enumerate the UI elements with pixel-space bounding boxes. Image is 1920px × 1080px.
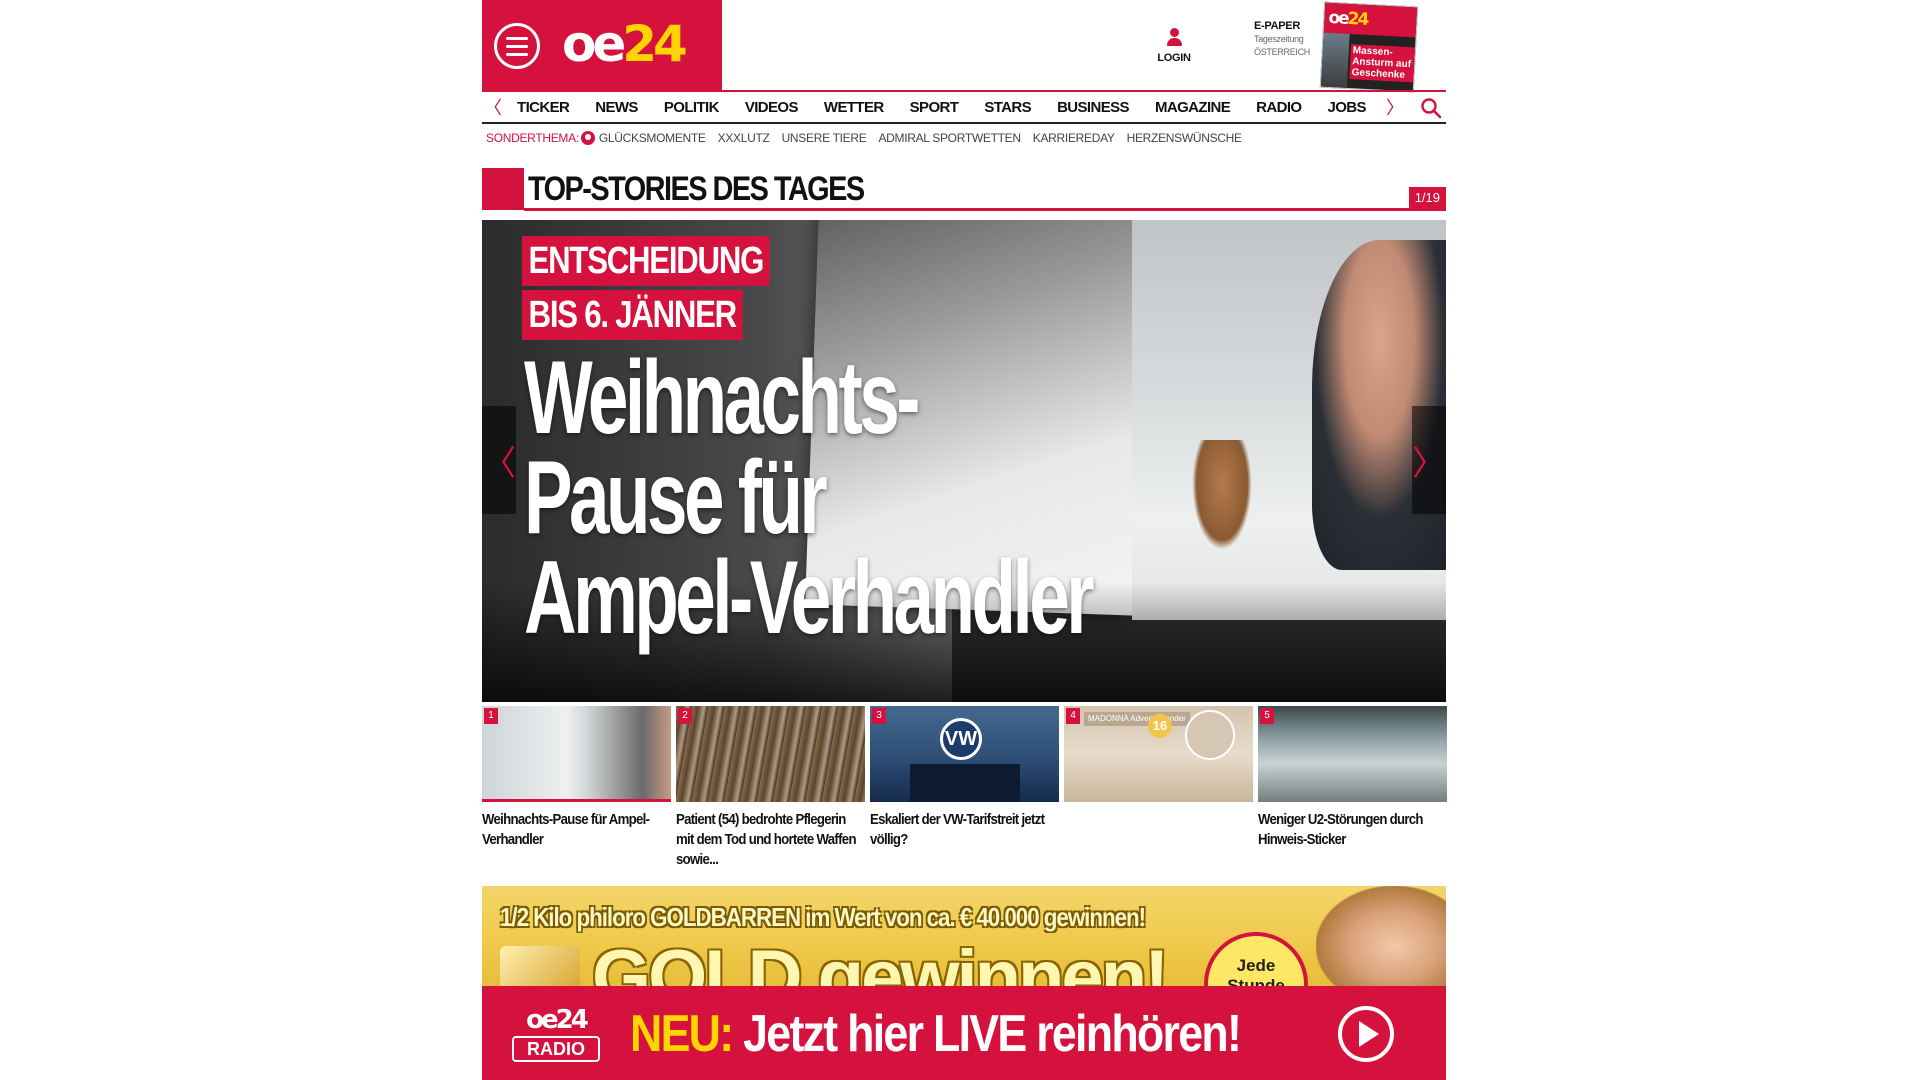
special-topic-label: SONDERTHEMA: xyxy=(486,131,579,145)
oe24-radio-logo: oe24 RADIO xyxy=(510,1006,602,1070)
main-navigation: 〈 TICKER NEWS POLITIK VIDEOS WETTER SPORT STAR… xyxy=(482,90,1446,124)
search-icon[interactable] xyxy=(1420,97,1442,119)
nav-items: TICKER NEWS POLITIK VIDEOS WETTER SPORT STARS B… xyxy=(504,99,1384,116)
epaper-title: E-PAPER xyxy=(1254,20,1300,32)
slider-prev-icon[interactable]: 〈 xyxy=(482,406,516,514)
logo-area: oe24 xyxy=(482,0,722,90)
hero-photo-dog xyxy=(1192,440,1252,550)
nav-prev-arrow-icon[interactable]: 〈 xyxy=(482,94,504,120)
epaper-cover-headline: Massen-Ansturm auf Geschenke xyxy=(1349,44,1416,83)
story-thumbnail[interactable]: 5 Weniger U2-Störungen durch Hinweis-Sti… xyxy=(1258,706,1447,876)
thumbnail-caption: Weniger U2-Störungen durch Hinweis-Stick… xyxy=(1258,811,1424,848)
topic-item[interactable]: UNSERE TIERE xyxy=(782,131,867,145)
nav-item-stars[interactable]: STARS xyxy=(971,99,1044,116)
epaper-cover-photo xyxy=(1320,32,1350,90)
topic-item[interactable]: GLÜCKSMOMENTE xyxy=(599,131,706,145)
login-label: LOGIN xyxy=(1157,52,1191,64)
hero-photo-person xyxy=(1312,240,1446,570)
hero-headline[interactable]: Weihnachts- Pause für Ampel-Verhandler xyxy=(524,346,1095,650)
ad-line-1: 1/2 Kilo philoro GOLDBARREN im Wert von … xyxy=(500,902,1146,932)
nav-item-business[interactable]: BUSINESS xyxy=(1044,99,1142,116)
thumbnail-image: 3 VW xyxy=(870,706,1059,802)
topic-item[interactable]: XXXLUTZ xyxy=(718,131,770,145)
vw-logo-icon: VW xyxy=(940,718,982,760)
hero-kicker-line-2: BIS 6. JÄNNER xyxy=(522,290,743,340)
nav-item-wetter[interactable]: WETTER xyxy=(811,99,897,116)
thumbnail-image: 5 xyxy=(1258,706,1447,802)
hero-kicker: ENTSCHEIDUNG BIS 6. JÄNNER xyxy=(522,236,824,344)
user-icon xyxy=(1165,28,1183,48)
thumbnail-badge: MADONNA Adventkalender xyxy=(1084,712,1190,726)
hero-kicker-line-1: ENTSCHEIDUNG xyxy=(522,236,770,286)
epaper-cover-logo: oe24 xyxy=(1327,7,1368,30)
play-icon[interactable] xyxy=(1338,1006,1394,1062)
section-marker xyxy=(482,168,524,210)
nav-item-magazine[interactable]: MAGAZINE xyxy=(1142,99,1243,116)
login-button[interactable]: LOGIN xyxy=(1154,28,1194,64)
topic-item[interactable]: KARRIEREDAY xyxy=(1033,131,1115,145)
gluecksmomente-icon xyxy=(580,131,595,145)
site-header: oe24 LOGIN E-PAPER Tageszeitung ÖSTERREI… xyxy=(482,0,1446,93)
epaper-subtitle: Tageszeitung xyxy=(1254,34,1304,44)
hero-slide[interactable]: ENTSCHEIDUNG BIS 6. JÄNNER Weihnachts- P… xyxy=(482,220,1446,702)
thumbnail-image: 1 xyxy=(482,706,671,802)
epaper-link[interactable]: E-PAPER Tageszeitung ÖSTERREICH xyxy=(1254,20,1314,59)
story-thumbnails: 1 Weihnachts-Pause für Ampel-Verhandler … xyxy=(482,706,1447,876)
epaper-subtitle-2: ÖSTERREICH xyxy=(1254,47,1311,57)
thumbnail-caption: Patient (54) bedrohte Pflegerin mit dem … xyxy=(676,811,857,868)
top-stories-header: TOP-STORIES DES TAGES 1/19 xyxy=(482,168,1446,212)
section-title: TOP-STORIES DES TAGES xyxy=(528,170,865,208)
nav-item-sport[interactable]: SPORT xyxy=(897,99,972,116)
nav-next-arrow-icon[interactable]: 〉 xyxy=(1384,94,1406,120)
star-icon: 16 xyxy=(1148,714,1172,738)
ad-badge: Jede Stunde xyxy=(1204,932,1308,986)
nav-item-news[interactable]: NEWS xyxy=(582,99,651,116)
topic-item[interactable]: HERZENSWÜNSCHE xyxy=(1127,131,1242,145)
story-thumbnail[interactable]: 3 VW Eskaliert der VW-Tarifstreit jetzt … xyxy=(870,706,1059,876)
goldbar-icon xyxy=(500,946,580,986)
nav-item-radio[interactable]: RADIO xyxy=(1243,99,1314,116)
special-topics-bar: SONDERTHEMA: GLÜCKSMOMENTE XXXLUTZ UNSERE … xyxy=(486,128,1254,148)
topic-item[interactable]: ADMIRAL SPORTWETTEN xyxy=(878,131,1021,145)
nav-item-videos[interactable]: VIDEOS xyxy=(732,99,811,116)
radio-message: NEU: Jetzt hier LIVE reinhören! xyxy=(630,1005,1242,1063)
page: oe24 LOGIN E-PAPER Tageszeitung ÖSTERREI… xyxy=(482,0,1447,1080)
nav-item-politik[interactable]: POLITIK xyxy=(651,99,732,116)
ad-line-2: GOLD gewinnen! xyxy=(592,935,1169,986)
nav-item-ticker[interactable]: TICKER xyxy=(504,99,582,116)
story-thumbnail[interactable]: 2 Patient (54) bedrohte Pflegerin mit de… xyxy=(676,706,865,876)
story-thumbnail[interactable]: 4 MADONNA Adventkalender 16 xyxy=(1064,706,1253,876)
epaper-cover-thumbnail[interactable]: oe24 Massen-Ansturm auf Geschenke xyxy=(1319,1,1419,93)
oe24-logo[interactable]: oe24 xyxy=(562,14,688,74)
nav-item-jobs[interactable]: JOBS xyxy=(1315,99,1379,116)
thumbnail-image: 2 xyxy=(676,706,865,802)
thumbnail-caption: Weihnachts-Pause für Ampel-Verhandler xyxy=(482,811,650,848)
slider-next-icon[interactable]: 〉 xyxy=(1412,406,1446,514)
thumbnail-image: 4 MADONNA Adventkalender 16 xyxy=(1064,706,1253,802)
hamburger-menu-icon[interactable] xyxy=(494,23,540,69)
slide-counter: 1/19 xyxy=(1408,187,1446,208)
ad-model-photo xyxy=(1316,886,1446,986)
gold-ad-banner[interactable]: 1/2 Kilo philoro GOLDBARREN im Wert von … xyxy=(482,886,1446,986)
story-thumbnail[interactable]: 1 Weihnachts-Pause für Ampel-Verhandler xyxy=(482,706,671,876)
thumbnail-caption: Eskaliert der VW-Tarifstreit jetzt völli… xyxy=(870,811,1045,848)
radio-live-bar[interactable]: oe24 RADIO NEU: Jetzt hier LIVE reinhöre… xyxy=(482,986,1446,1080)
